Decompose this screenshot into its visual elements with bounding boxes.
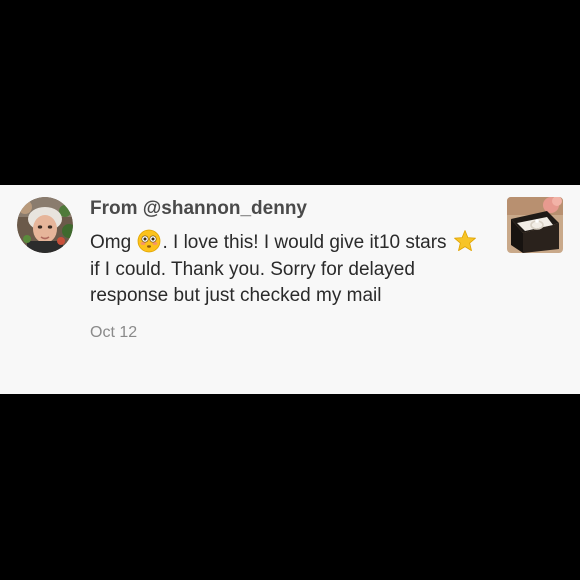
comment-date: Oct 12 [90,323,138,341]
video-thumbnail[interactable] [507,197,563,253]
flushed-face-emoji-icon [138,229,161,253]
comment-content: From @shannon_denny Omg . I love this! I… [90,197,490,343]
comment-card: From @shannon_denny Omg . I love this! I… [0,185,580,394]
screen: From @shannon_denny Omg . I love this! I… [0,0,580,580]
from-username[interactable]: From @shannon_denny [90,197,490,221]
message-text-part3: if I could. Thank you. Sorry for delayed… [90,258,415,307]
message-text-part1: Omg [90,232,132,253]
ring-box-thumbnail-image [507,197,563,253]
message-text-part2: . I love this! I would give it10 stars [162,232,447,253]
comment-message: Omg . I love this! I would give it10 sta… [90,229,490,310]
avatar[interactable] [17,197,73,253]
star-emoji-icon [453,230,476,252]
avatar-photo [17,197,73,253]
